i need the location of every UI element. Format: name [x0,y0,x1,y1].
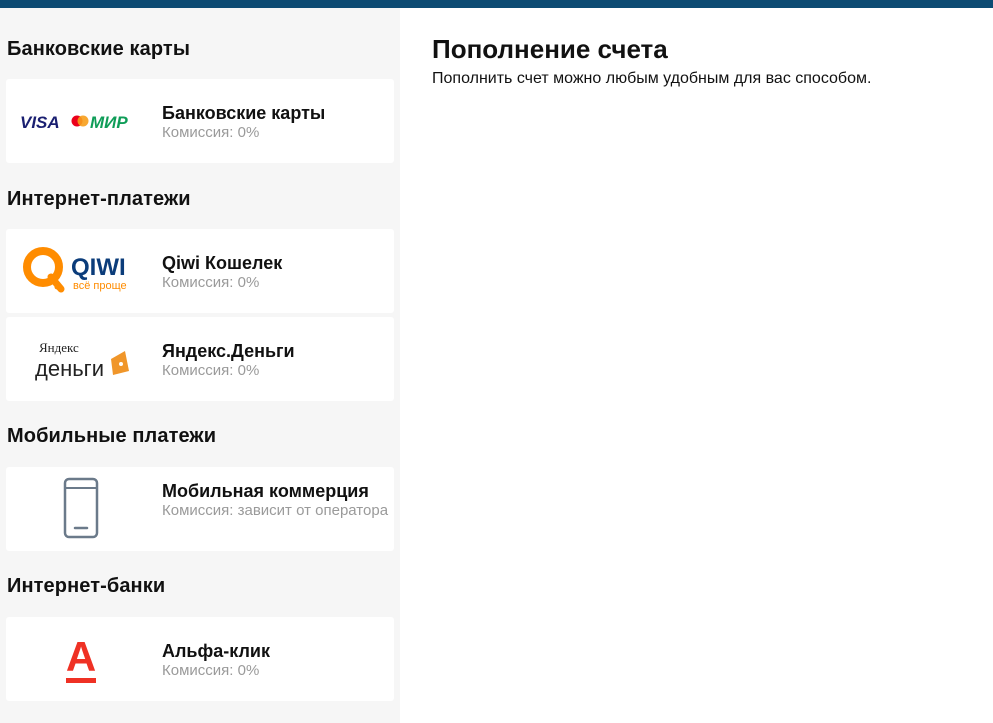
visa-mir-logo: VISA МИР [6,79,156,163]
qiwi-tagline-text: всё проще [73,280,127,292]
alfa-bank-logo: А [6,617,156,701]
payment-method-mobile-commerce[interactable]: Мобильная коммерция Комиссия: зависит от… [6,467,394,551]
payment-method-name: Qiwi Кошелек [162,253,283,273]
page-subtitle: Пополнить счет можно любым удобным для в… [432,70,872,87]
payment-method-yandex-money[interactable]: Яндекс деньги Яндекс.Деньги Комиссия: 0% [6,317,394,401]
section-title-bank-cards: Банковские карты [7,38,191,60]
payment-method-qiwi[interactable]: QIWI всё проще Qiwi Кошелек Комиссия: 0% [6,229,394,313]
qiwi-brand-text: QIWI [71,254,126,281]
section-title-internet-payments: Интернет-платежи [7,188,191,210]
mir-logo-text: МИР [90,113,128,132]
visa-logo-text: VISA [20,113,60,132]
payment-method-name: Мобильная коммерция [162,481,369,501]
qiwi-logo: QIWI всё проще [6,229,156,313]
mobile-phone-icon [6,467,156,551]
top-accent-bar [0,0,993,8]
yandex-top-text: Яндекс [39,340,79,355]
payment-method-fee: Комиссия: зависит от оператора [162,502,389,519]
alfa-logo-letter: А [66,633,96,680]
yandex-bottom-text: деньги [35,356,104,381]
section-title-internet-banks: Интернет-банки [7,575,166,597]
payment-method-fee: Комиссия: 0% [162,274,260,291]
payment-method-bank-cards[interactable]: VISA МИР Банковские карты Комиссия: 0% [6,79,394,163]
payment-method-fee: Комиссия: 0% [162,362,260,379]
payment-method-name: Альфа-клик [162,641,270,661]
yandex-money-logo: Яндекс деньги [6,317,156,401]
payment-method-fee: Комиссия: 0% [162,662,260,679]
payment-method-alfa-click[interactable]: А Альфа-клик Комиссия: 0% [6,617,394,701]
payment-method-name: Яндекс.Деньги [162,341,295,361]
section-title-mobile-payments: Мобильные платежи [7,425,217,447]
page-title: Пополнение счета [432,34,668,64]
payment-method-name: Банковские карты [162,103,326,123]
payment-method-fee: Комиссия: 0% [162,124,260,141]
